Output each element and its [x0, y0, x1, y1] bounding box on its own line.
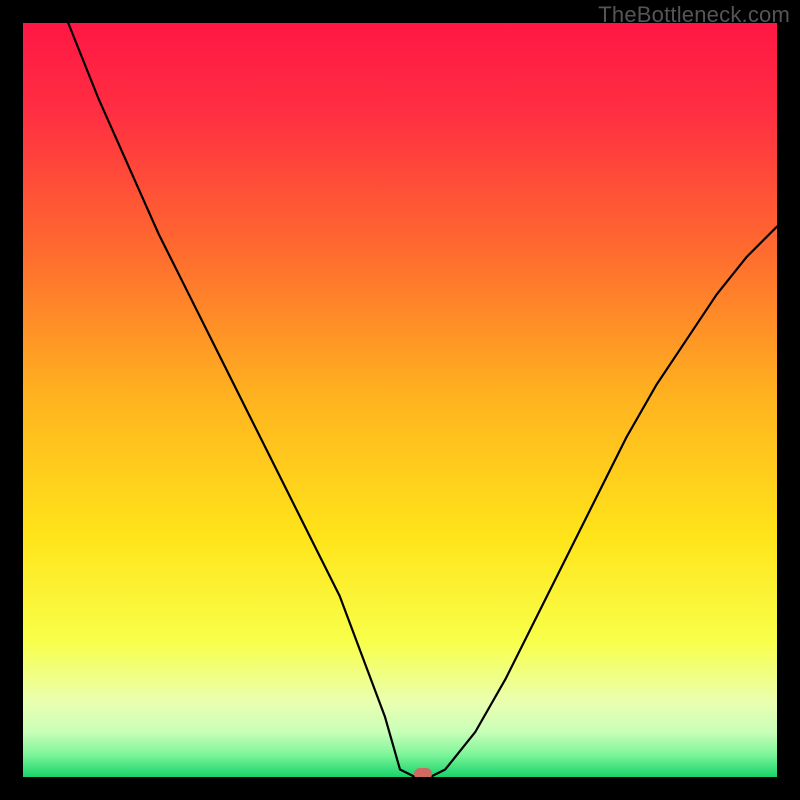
optimal-point-marker [414, 768, 432, 777]
plot-area [23, 23, 777, 777]
chart-frame: TheBottleneck.com [0, 0, 800, 800]
bottleneck-curve [23, 23, 777, 777]
